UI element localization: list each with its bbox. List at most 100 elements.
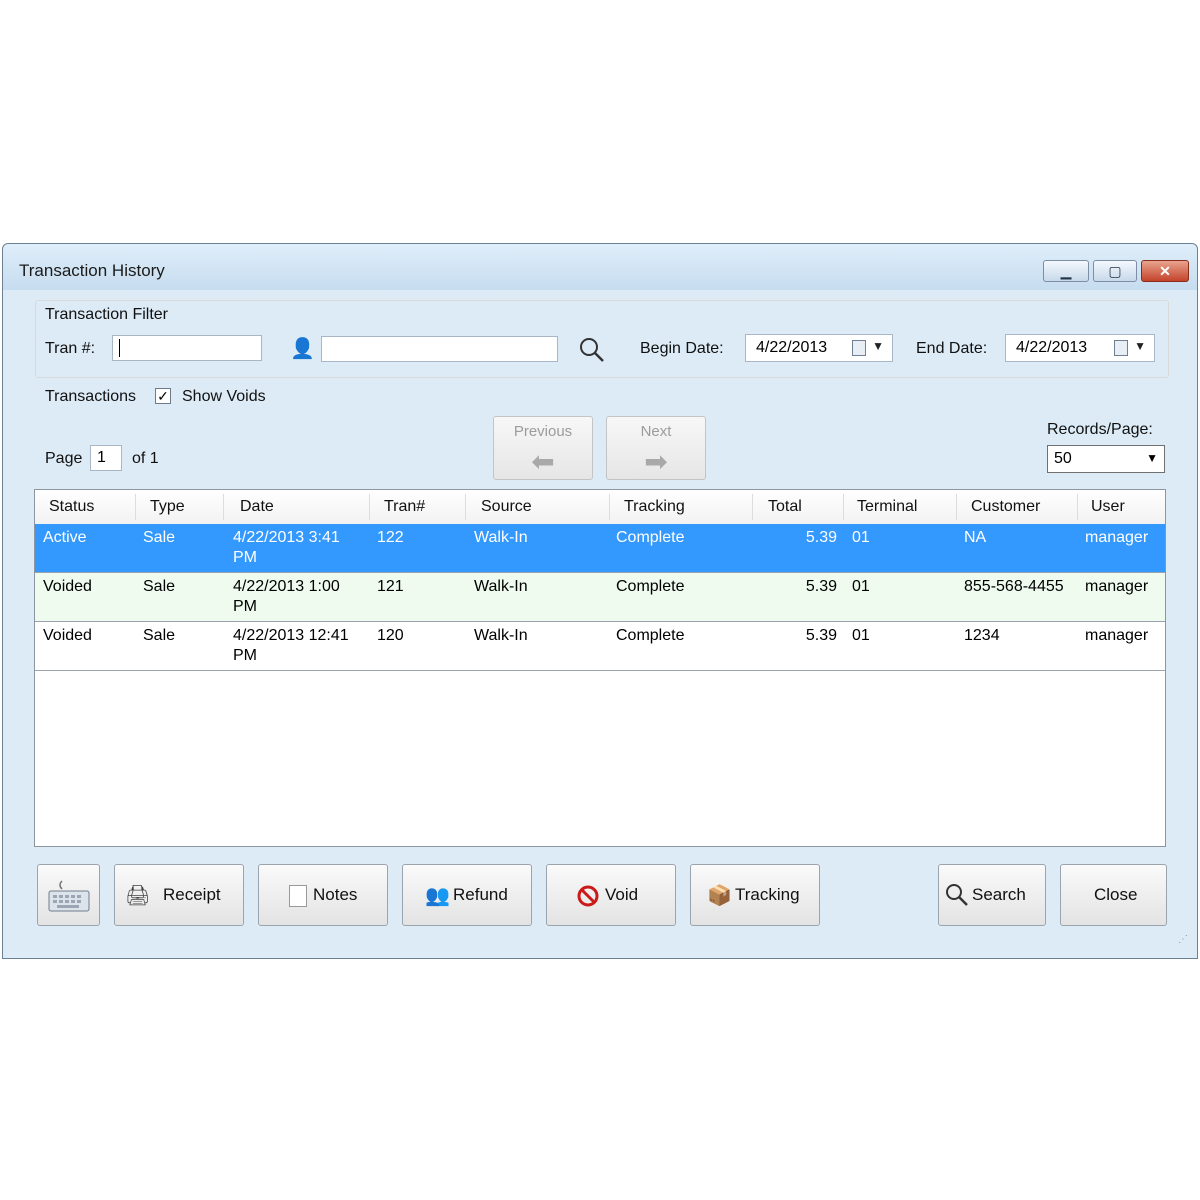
show-voids-checkbox[interactable]: ✓ <box>155 388 171 404</box>
cell-customer: NA <box>964 529 987 546</box>
keyboard-button[interactable] <box>37 864 100 926</box>
prohibited-icon <box>577 885 599 907</box>
column-header-customer[interactable]: Customer <box>971 498 1040 516</box>
page-value: 1 <box>97 449 106 466</box>
maximize-icon: ▢ <box>1108 263 1122 279</box>
cell-status: Voided <box>43 627 92 644</box>
transactions-label: Transactions <box>45 388 136 405</box>
previous-button[interactable]: Previous ⬅ <box>493 416 593 480</box>
column-header-type[interactable]: Type <box>150 498 185 516</box>
show-voids-label: Show Voids <box>182 388 266 405</box>
cell-tracking: Complete <box>616 529 685 546</box>
user-refund-icon: 👥 <box>425 885 450 907</box>
cell-source: Walk-In <box>474 627 528 644</box>
search-button[interactable]: Search <box>938 864 1046 926</box>
transactions-grid[interactable]: Status Type Date Tran# Source Tracking T… <box>34 489 1166 847</box>
end-date-picker[interactable]: 4/22/2013 ▼ <box>1005 334 1155 362</box>
tran-number-label: Tran #: <box>45 340 96 357</box>
customer-input[interactable] <box>321 336 558 362</box>
text-cursor <box>119 339 120 357</box>
chevron-down-icon: ▼ <box>872 339 884 353</box>
maximize-button[interactable]: ▢ <box>1093 260 1137 282</box>
void-label: Void <box>605 885 639 904</box>
search-label: Search <box>972 885 1026 904</box>
close-window-button[interactable]: ✕ <box>1141 260 1189 282</box>
cell-total: 5.39 <box>805 529 837 546</box>
cell-status: Active <box>43 529 87 546</box>
cell-date: 4/22/2013 12:41 PM <box>233 627 349 664</box>
resize-grip-icon[interactable]: ⋰ <box>1178 934 1188 945</box>
customer-icon[interactable]: 👤 <box>290 336 315 361</box>
search-icon[interactable] <box>578 336 606 364</box>
table-row[interactable]: Voided Sale 4/22/2013 1:00 PM 121 Walk-I… <box>35 573 1165 622</box>
notes-button[interactable]: Notes <box>258 864 388 926</box>
cell-source: Walk-In <box>474 578 528 595</box>
cell-type: Sale <box>143 529 176 546</box>
calendar-icon <box>1114 340 1128 356</box>
column-header-tran[interactable]: Tran# <box>384 498 425 516</box>
begin-date-value: 4/22/2013 <box>756 339 828 356</box>
end-date-value: 4/22/2013 <box>1016 339 1088 356</box>
cell-total: 5.39 <box>805 578 837 595</box>
printer-icon: 🖨 <box>125 885 151 907</box>
column-header-date[interactable]: Date <box>240 498 274 516</box>
cell-tran: 120 <box>377 627 404 644</box>
cell-date: 4/22/2013 1:00 PM <box>233 578 340 615</box>
column-header-total[interactable]: Total <box>768 498 802 516</box>
column-divider <box>843 494 844 520</box>
column-divider <box>369 494 370 520</box>
arrow-right-icon: ➡ <box>644 446 668 477</box>
column-divider <box>223 494 224 520</box>
cell-type: Sale <box>143 578 176 595</box>
column-header-source[interactable]: Source <box>481 498 532 516</box>
tracking-label: Tracking <box>735 885 800 904</box>
column-header-user[interactable]: User <box>1091 498 1125 516</box>
column-divider <box>956 494 957 520</box>
records-per-page-select[interactable]: 50 ▼ <box>1047 445 1165 473</box>
close-icon: ✕ <box>1159 263 1171 279</box>
minimize-icon: ▁ <box>1060 263 1072 279</box>
calendar-icon <box>852 340 866 356</box>
title-bar[interactable]: Transaction History ▁ ▢ ✕ <box>3 244 1197 290</box>
tracking-button[interactable]: 📦 Tracking <box>690 864 820 926</box>
notes-label: Notes <box>313 885 358 904</box>
arrow-left-icon: ⬅ <box>531 446 555 477</box>
table-row[interactable]: Voided Sale 4/22/2013 12:41 PM 120 Walk-… <box>35 622 1165 671</box>
package-icon: 📦 <box>707 885 732 907</box>
tran-number-input[interactable] <box>112 335 262 361</box>
next-button[interactable]: Next ➡ <box>606 416 706 480</box>
minimize-button[interactable]: ▁ <box>1043 260 1089 282</box>
page-input[interactable]: 1 <box>90 445 122 471</box>
keyboard-icon <box>48 880 90 912</box>
chevron-down-icon: ▼ <box>1146 451 1158 465</box>
records-per-page-label: Records/Page: <box>1047 421 1153 438</box>
column-divider <box>135 494 136 520</box>
search-icon <box>946 884 968 906</box>
grid-header: Status Type Date Tran# Source Tracking T… <box>35 490 1165 525</box>
refund-label: Refund <box>453 885 508 904</box>
cell-tran: 121 <box>377 578 404 595</box>
window-title: Transaction History <box>19 261 165 280</box>
column-divider <box>1077 494 1078 520</box>
next-label: Next <box>640 423 672 440</box>
receipt-label: Receipt <box>163 885 221 904</box>
receipt-button[interactable]: 🖨 Receipt <box>114 864 244 926</box>
refund-button[interactable]: 👥 Refund <box>402 864 532 926</box>
page-label: Page <box>45 450 83 467</box>
end-date-label: End Date: <box>916 340 988 357</box>
begin-date-picker[interactable]: 4/22/2013 ▼ <box>745 334 893 362</box>
cell-customer: 855-568-4455 <box>964 578 1064 595</box>
cell-type: Sale <box>143 627 176 644</box>
close-label: Close <box>1094 885 1138 904</box>
table-row[interactable]: Active Sale 4/22/2013 3:41 PM 122 Walk-I… <box>35 524 1165 573</box>
void-button[interactable]: Void <box>546 864 676 926</box>
previous-label: Previous <box>513 423 573 440</box>
cell-user: manager <box>1085 627 1149 644</box>
close-button[interactable]: Close <box>1060 864 1167 926</box>
column-header-terminal[interactable]: Terminal <box>857 498 917 516</box>
column-header-tracking[interactable]: Tracking <box>624 498 685 516</box>
cell-status: Voided <box>43 578 92 595</box>
cell-tracking: Complete <box>616 578 685 595</box>
column-header-status[interactable]: Status <box>49 498 94 516</box>
cell-terminal: 01 <box>852 627 870 644</box>
